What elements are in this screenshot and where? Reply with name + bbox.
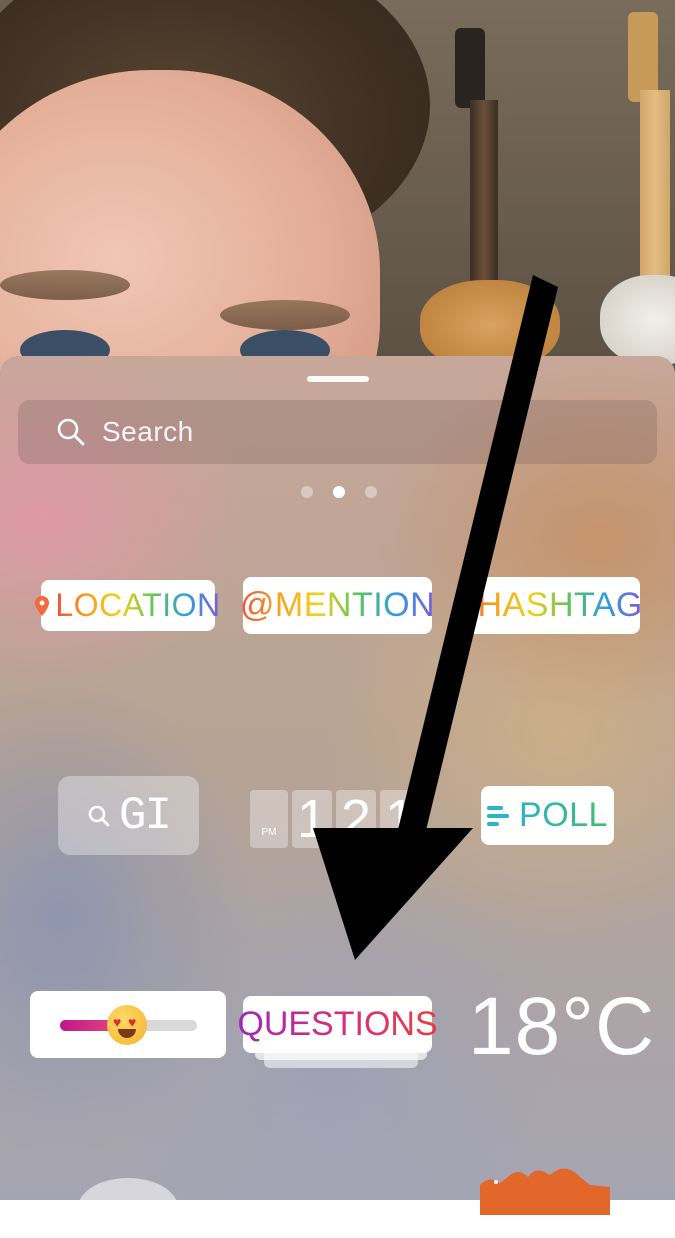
poll-lines-icon (487, 805, 510, 826)
clock-sticker[interactable]: PM 1 2 1 (250, 789, 420, 849)
hashtag-label: #HASHTAG (458, 586, 643, 624)
questions-label: QUESTIONS (237, 1005, 438, 1043)
hashtag-sticker[interactable]: #HASHTAG (458, 577, 643, 634)
heart-eyes-emoji-icon: ♥ ♥ (107, 1005, 147, 1045)
search-bar[interactable]: Search (18, 400, 657, 464)
poll-label: POLL (519, 796, 608, 834)
search-icon (56, 417, 86, 447)
location-label: LOCATION (55, 587, 221, 623)
page-dot[interactable] (301, 486, 313, 498)
page-indicator (301, 486, 377, 498)
emoji-slider-sticker[interactable]: ♥ ♥ (30, 991, 226, 1058)
mention-label: @MENTION (239, 586, 436, 624)
gif-search-icon (87, 804, 111, 828)
clock-digit: 1 (292, 789, 332, 849)
clock-meridiem: PM (250, 790, 288, 848)
location-sticker[interactable]: LOCATION (35, 580, 220, 631)
gif-label: GI (118, 789, 172, 842)
eyebrow (220, 300, 350, 330)
questions-sticker[interactable]: QUESTIONS (237, 996, 438, 1053)
drag-handle[interactable] (307, 376, 369, 382)
page-dot-active[interactable] (333, 486, 345, 498)
location-pin-icon (35, 595, 50, 616)
poll-sticker[interactable]: POLL (481, 786, 614, 845)
search-input[interactable]: Search (102, 416, 194, 448)
clock-digit: 2 (336, 789, 376, 849)
gif-sticker[interactable]: GI (58, 776, 199, 855)
eyebrow (0, 270, 130, 300)
mention-sticker[interactable]: @MENTION (239, 577, 436, 634)
page-dot[interactable] (365, 486, 377, 498)
guitar-headstock (628, 12, 658, 102)
partial-sticker[interactable] (78, 1178, 178, 1238)
guitar-headstock (455, 28, 485, 108)
guitar-neck (640, 90, 670, 300)
clock-digit: 1 (380, 789, 420, 849)
temperature-sticker[interactable]: 18°C (468, 980, 655, 1074)
camel-icon[interactable] (470, 1155, 620, 1215)
